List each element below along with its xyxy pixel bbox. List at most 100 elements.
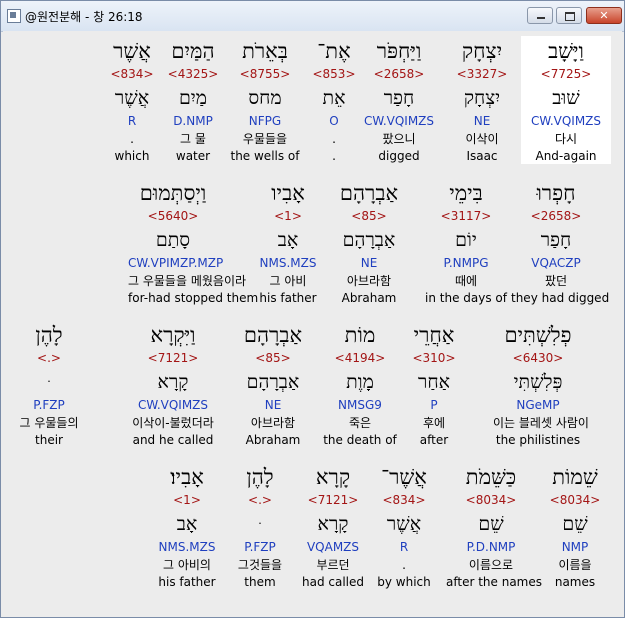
word-column[interactable]: שֵׁמוֹת <8034> שֵׁם NMP 이름을 names	[530, 462, 620, 590]
lemma-word: שׁוּב	[552, 87, 580, 109]
parsing-code: R	[127, 114, 137, 128]
korean-gloss: .	[130, 132, 134, 146]
korean-gloss: 아브라함	[346, 274, 392, 288]
strong-number: <7725>	[540, 67, 592, 81]
word-column[interactable]: וַיָּשָׁב <7725> שׁוּב CW.VQIMZS 다시 And-again	[521, 36, 611, 164]
hebrew-word: יִצְחָק	[461, 39, 503, 63]
parsing-code: NE	[360, 256, 378, 270]
minimize-button[interactable]	[527, 7, 553, 24]
hebrew-word: אַבְרָהָם	[339, 181, 399, 205]
parsing-code: NMSG9	[338, 398, 382, 412]
korean-gloss: 때에	[454, 274, 478, 288]
hebrew-word: חָפְרוּ	[536, 181, 576, 205]
hebrew-word: לָהֶן	[35, 323, 63, 347]
strong-number: <8034>	[465, 493, 517, 507]
word-column[interactable]: לָהֶן <.>ּP.FZP 그 우물들의 their	[4, 320, 94, 448]
korean-gloss: 아브라함	[250, 416, 296, 430]
english-gloss: and he called	[132, 433, 214, 447]
word-column[interactable]: בִּימֵי <3117> יוֹם P.NMPG 때에 in the days of	[421, 178, 511, 306]
strong-number: <3327>	[456, 67, 508, 81]
hebrew-word: בִּימֵי	[449, 181, 483, 205]
parsing-code: P.NMPG	[443, 256, 489, 270]
lemma-word: אַבְרָהָם	[342, 229, 396, 251]
english-gloss: the philistines	[495, 433, 581, 447]
word-column[interactable]: אֲשֶׁר <834> אֲשֶׁר R. which	[87, 36, 177, 164]
hebrew-word: כַּשֵּׁמֹת	[465, 465, 517, 489]
english-gloss: for-had stopped them	[128, 291, 259, 305]
strong-number: <85>	[351, 209, 387, 223]
hebrew-word: שֵׁמוֹת	[552, 465, 598, 489]
strong-number: <3117>	[440, 209, 492, 223]
parsing-code: P.D.NMP	[466, 540, 516, 554]
korean-gloss: 그 아비의	[163, 558, 211, 572]
english-gloss: his father	[158, 575, 216, 589]
parsing-code: CW.VQIMZS	[530, 114, 602, 128]
lemma-word: קָרָא	[157, 371, 189, 393]
lemma-word: אָב	[176, 513, 198, 535]
english-gloss: in the days of	[425, 291, 507, 305]
english-gloss: they had digged	[511, 291, 610, 305]
hebrew-word: אָבִיו	[271, 181, 305, 205]
hebrew-word: אַבְרָהָם	[243, 323, 303, 347]
english-gloss: Abraham	[341, 291, 397, 305]
hebrew-word: אֲשֶׁר	[113, 39, 151, 63]
lemma-word: מָוֶת	[346, 371, 374, 393]
lemma-word: פְּלִשְׁתִּי	[513, 371, 563, 393]
word-column[interactable]: כַּשֵּׁמֹת <8034> שֵׁם P.D.NMP 이름으로 after the…	[446, 462, 542, 590]
english-gloss: And-again	[535, 149, 597, 163]
strong-number: <7121>	[147, 351, 199, 365]
parsing-code: CW.VPIMZP.MZP	[128, 256, 224, 270]
lemma-word: אָב	[277, 229, 299, 251]
korean-gloss: 이름으로	[468, 558, 514, 572]
word-column[interactable]: אָבִיו׃ <1> אָב NMS.MZS 그 아비의 his father	[142, 462, 232, 590]
title-bar[interactable]: @원전분해 - 창 26:18	[1, 1, 624, 32]
korean-gloss: 이름을	[558, 558, 592, 572]
window-title: @원전분해 - 창 26:18	[25, 10, 143, 24]
lemma-word: ּ	[4, 367, 94, 397]
lemma-word: חָפַר	[540, 229, 572, 251]
parsing-code: NGeMP	[516, 398, 560, 412]
strong-number: <.>	[37, 351, 61, 365]
hebrew-word: אָבִיו׃	[170, 465, 204, 489]
word-column[interactable]: יִצְחָק <3327> יִצְחָק NE 이삭이 Isaac	[437, 36, 527, 164]
verse-analysis-panel: וַיָּשָׁב <7725> שׁוּב CW.VQIMZS 다시 And-again…	[3, 31, 622, 615]
hebrew-word: מוֹת	[344, 323, 376, 347]
english-gloss: the death of	[323, 433, 397, 447]
word-column[interactable]: וַיִּקְרָא <7121> קָרָא CW.VQIMZS 이삭이-불렀더라 an…	[128, 320, 218, 448]
korean-gloss: 이삭이	[465, 132, 499, 146]
close-button[interactable]	[586, 7, 622, 24]
strong-number: <85>	[255, 351, 291, 365]
english-gloss: their	[35, 433, 63, 447]
hebrew-word: וַיְסַתְּמוּם	[139, 181, 207, 205]
app-icon[interactable]	[7, 9, 21, 23]
lemma-word: אַבְרָהָם	[246, 371, 300, 393]
word-column[interactable]: וַיְסַתְּמוּם <5640> סָתַם CW.VPIMZP.MZP 그 우…	[128, 178, 259, 306]
english-gloss: after the names	[446, 575, 542, 589]
english-gloss: Isaac	[466, 149, 498, 163]
word-column[interactable]: פְלִשְׁתִּים <6430> פְּלִשְׁתִּי NGeMP 이는 블레…	[493, 320, 589, 448]
word-column[interactable]: חָפְרוּ <2658> חָפַר VQACZP 팠던 they had digge…	[511, 178, 610, 306]
strong-number: <834>	[110, 67, 154, 81]
english-gloss: names	[554, 575, 596, 589]
korean-gloss: 다시	[554, 132, 578, 146]
word-column[interactable]: מוֹת <4194> מָוֶת NMSG9 죽은 the death of	[315, 320, 405, 448]
english-gloss: which	[114, 149, 150, 163]
strong-number: <1>	[173, 493, 201, 507]
lemma-word: אֲשֶׁר	[114, 87, 150, 109]
hebrew-word: וַיִּקְרָא	[150, 323, 196, 347]
hebrew-word: פְלִשְׁתִּים	[504, 323, 572, 347]
strong-number: <2658>	[530, 209, 582, 223]
parsing-code: P.FZP	[33, 398, 65, 412]
parsing-code: NE	[473, 114, 491, 128]
maximize-button[interactable]	[556, 7, 582, 24]
strong-number: <5640>	[147, 209, 199, 223]
parsing-code: CW.VQIMZS	[137, 398, 209, 412]
korean-gloss: 죽은	[348, 416, 372, 430]
parsing-code: NE	[264, 398, 282, 412]
parsing-code: NMS.MZS	[259, 256, 317, 270]
lemma-word: שֵׁם	[478, 513, 504, 535]
word-column[interactable]: אַבְרָהָם <85> אַבְרָהָם NE 아브라함 Abraham	[228, 320, 318, 448]
word-column[interactable]: אַבְרָהָם <85> אַבְרָהָם NE 아브라함 Abraham	[324, 178, 414, 306]
word-column[interactable]: אָבִיו <1> אָב NMS.MZS 그 아비 his father	[243, 178, 333, 306]
parsing-code: VQACZP	[531, 256, 581, 270]
